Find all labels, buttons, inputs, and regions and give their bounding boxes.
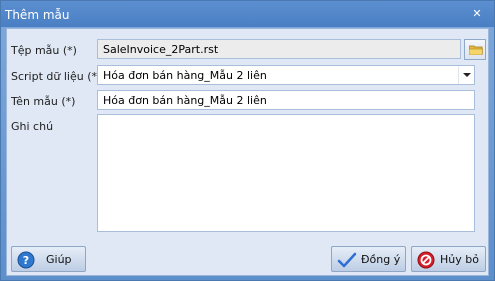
browse-button[interactable] [464,39,486,60]
template-name-input[interactable]: Hóa đơn bán hàng_Mẫu 2 liên [97,90,475,110]
help-button[interactable]: ? Giúp [11,246,86,272]
help-icon: ? [17,251,35,269]
checkmark-icon [337,252,357,268]
template-file-value: SaleInvoice_2Part.rst [103,43,219,56]
title-bar[interactable]: Thêm mẫu ✕ [1,1,494,27]
close-icon[interactable]: ✕ [470,7,484,21]
cancel-button[interactable]: Hủy bỏ [411,246,486,272]
dialog-window: Thêm mẫu ✕ Tệp mẫu (*) SaleInvoice_2Part… [0,0,495,281]
template-file-label: Tệp mẫu (*) [11,44,77,57]
template-name-label: Tên mẫu (*) [11,95,76,108]
data-script-select[interactable]: Hóa đơn bán hàng_Mẫu 2 liên [97,65,475,85]
notes-textarea[interactable] [97,114,475,232]
help-button-label: Giúp [46,253,72,266]
template-file-field[interactable]: SaleInvoice_2Part.rst [97,39,461,59]
data-script-label: Script dữ liệu (*) [11,70,102,83]
notes-label: Ghi chú [11,120,54,133]
ok-button-label: Đồng ý [361,253,401,266]
data-script-value: Hóa đơn bán hàng_Mẫu 2 liên [103,69,267,82]
template-name-value: Hóa đơn bán hàng_Mẫu 2 liên [103,94,267,107]
folder-icon [469,45,483,55]
svg-text:?: ? [23,254,29,267]
cancel-button-label: Hủy bỏ [440,253,479,266]
button-bar: ? Giúp Đồng ý Hủy bỏ [7,237,488,275]
chevron-down-icon[interactable] [458,66,474,84]
window-title: Thêm mẫu [5,8,70,22]
dialog-body: Tệp mẫu (*) SaleInvoice_2Part.rst Script… [6,28,489,276]
ok-button[interactable]: Đồng ý [331,246,406,272]
cancel-icon [417,251,435,269]
